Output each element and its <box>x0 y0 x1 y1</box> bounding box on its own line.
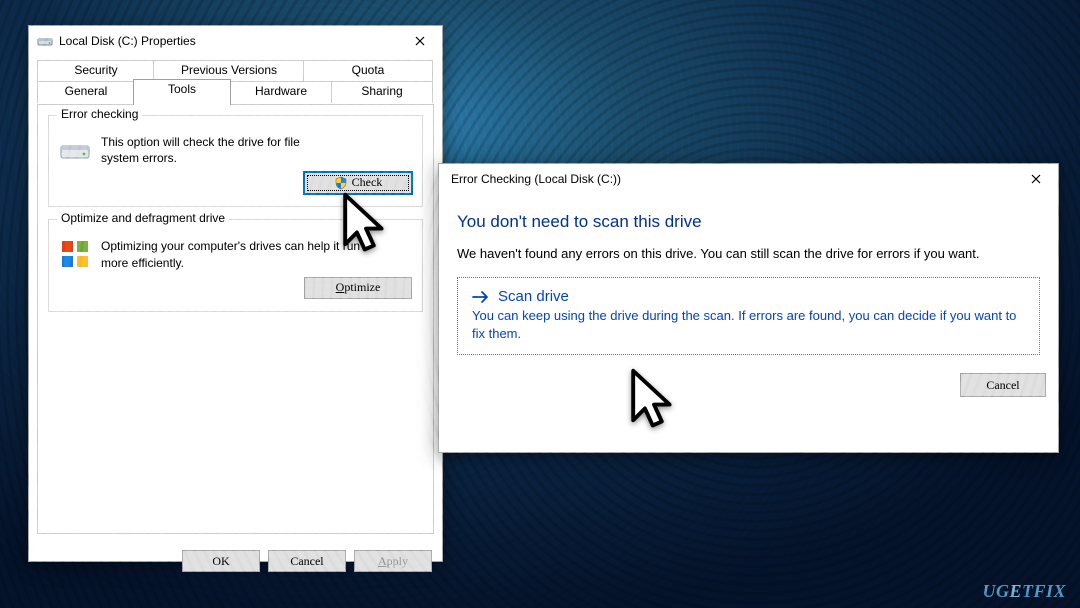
error-checking-headline: You don't need to scan this drive <box>457 212 1040 232</box>
tab-sharing[interactable]: Sharing <box>331 81 433 103</box>
tab-strip: Security Previous Versions Quota General… <box>37 60 434 104</box>
error-checking-body: You don't need to scan this drive We hav… <box>439 194 1058 365</box>
error-checking-subtext: We haven't found any errors on this driv… <box>457 246 1040 261</box>
optimize-button[interactable]: Optimize <box>304 277 412 299</box>
properties-title: Local Disk (C:) Properties <box>59 34 398 48</box>
optimize-group-title: Optimize and defragment drive <box>57 211 229 225</box>
error-checking-dialog: Error Checking (Local Disk (C:)) You don… <box>438 163 1059 453</box>
check-button[interactable]: Check <box>304 172 412 194</box>
arrow-right-icon <box>472 290 490 304</box>
error-checking-button-row: Cancel <box>439 365 1058 401</box>
hdd-icon <box>59 134 91 166</box>
tab-tools[interactable]: Tools <box>133 79 231 105</box>
tools-panel: Error checking This option will check th… <box>37 104 434 534</box>
tab-hardware[interactable]: Hardware <box>229 81 333 103</box>
scan-drive-title: Scan drive <box>498 288 569 305</box>
error-checking-group-title: Error checking <box>57 107 142 121</box>
tab-general[interactable]: General <box>37 81 135 103</box>
scan-drive-option[interactable]: Scan drive You can keep using the drive … <box>457 277 1040 355</box>
optimize-group: Optimize and defragment drive Optimizing… <box>48 219 423 311</box>
properties-window: Local Disk (C:) Properties Security Prev… <box>28 25 443 562</box>
tab-quota[interactable]: Quota <box>303 60 433 82</box>
properties-button-row: OK Cancel Apply <box>29 542 442 580</box>
cancel-button[interactable]: Cancel <box>960 373 1046 397</box>
properties-titlebar[interactable]: Local Disk (C:) Properties <box>29 26 442 56</box>
error-checking-title: Error Checking (Local Disk (C:)) <box>447 172 1014 186</box>
error-checking-titlebar[interactable]: Error Checking (Local Disk (C:)) <box>439 164 1058 194</box>
close-icon <box>415 36 425 46</box>
optimize-text: Optimizing your computer's drives can he… <box>101 238 381 270</box>
check-button-label: Check <box>352 175 383 190</box>
cancel-button[interactable]: Cancel <box>268 550 346 572</box>
ok-button[interactable]: OK <box>182 550 260 572</box>
close-button[interactable] <box>1014 164 1058 194</box>
apply-button[interactable]: Apply <box>354 550 432 572</box>
error-checking-group: Error checking This option will check th… <box>48 115 423 207</box>
watermark: UGETFIX <box>982 582 1066 600</box>
scan-drive-desc: You can keep using the drive during the … <box>472 307 1025 342</box>
error-checking-text: This option will check the drive for fil… <box>101 134 321 166</box>
drive-icon <box>37 33 53 49</box>
close-icon <box>1031 174 1041 184</box>
close-button[interactable] <box>398 26 442 56</box>
defrag-icon <box>59 238 91 270</box>
shield-uac-icon <box>334 176 348 190</box>
